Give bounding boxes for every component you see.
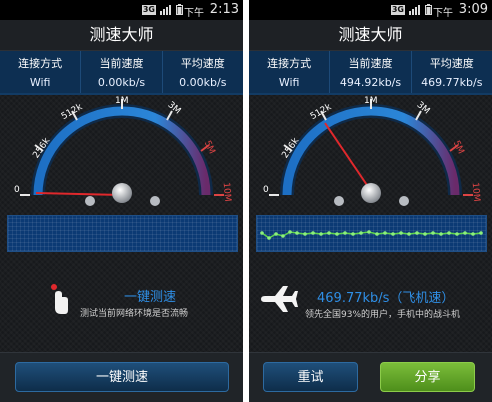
stat-label: 当前速度 bbox=[99, 57, 144, 70]
gauge-screw-left bbox=[334, 196, 344, 206]
clock: 3:09 bbox=[458, 2, 488, 17]
left-screen: 3G 下午 2:13 测速大师 连接方式 Wifi 当前速度 0.00kb/s … bbox=[0, 0, 243, 402]
app-title: 测速大师 bbox=[249, 20, 492, 51]
stat-label: 平均速度 bbox=[429, 57, 474, 70]
app-title: 测速大师 bbox=[0, 20, 243, 51]
gauge-hub bbox=[112, 183, 132, 203]
stat-current-speed: 当前速度 494.92kb/s bbox=[330, 51, 412, 93]
gauge-tick-1m: 1M bbox=[364, 96, 378, 106]
gauge-tick-5m: 5M bbox=[451, 139, 466, 155]
stat-value: 469.77kb/s bbox=[421, 76, 483, 89]
status-icons: 3G bbox=[390, 4, 432, 15]
status-bar: 3G 下午 3:09 bbox=[249, 0, 492, 20]
stat-connection: 连接方式 Wifi bbox=[249, 51, 331, 93]
stat-value: Wifi bbox=[29, 76, 51, 89]
stat-value: 494.92kb/s bbox=[339, 76, 402, 89]
speed-graph bbox=[7, 215, 238, 252]
stat-average-speed: 平均速度 469.77kb/s bbox=[412, 51, 492, 93]
share-button[interactable]: 分享 bbox=[380, 362, 475, 392]
gauge-tick-0: 0 bbox=[263, 185, 269, 195]
speed-trace bbox=[260, 230, 483, 240]
hand-tap-icon bbox=[51, 284, 68, 314]
stat-label: 连接方式 bbox=[18, 57, 63, 70]
signal-icon bbox=[160, 4, 171, 15]
gauge-tick-10m: 10M bbox=[221, 182, 233, 202]
stats-panel: 连接方式 Wifi 当前速度 494.92kb/s 平均速度 469.77kb/… bbox=[249, 51, 492, 95]
result-subtitle: 测试当前网络环境是否流畅 bbox=[80, 309, 189, 319]
status-icons: 3G bbox=[141, 4, 183, 15]
gauge-tick-0: 0 bbox=[14, 185, 20, 195]
gauge-screw-left bbox=[85, 196, 95, 206]
stat-value: 0.00kb/s bbox=[179, 76, 227, 89]
gauge-tick-1m: 1M bbox=[115, 96, 129, 106]
gauge-needle bbox=[35, 192, 123, 196]
bottom-bar: 重试 分享 bbox=[249, 352, 492, 402]
battery-icon bbox=[176, 4, 183, 15]
gauge-needle bbox=[324, 122, 372, 192]
stat-average-speed: 平均速度 0.00kb/s bbox=[163, 51, 243, 93]
stat-connection: 连接方式 Wifi bbox=[0, 51, 82, 93]
gauge-tick-3m: 3M bbox=[166, 100, 183, 116]
retry-button[interactable]: 重试 bbox=[263, 362, 358, 392]
stats-panel: 连接方式 Wifi 当前速度 0.00kb/s 平均速度 0.00kb/s bbox=[0, 51, 243, 95]
signal-icon bbox=[409, 4, 420, 15]
start-test-button[interactable]: 一键测速 bbox=[15, 362, 229, 392]
stat-label: 平均速度 bbox=[180, 57, 225, 70]
gauge-tick-3m: 3M bbox=[415, 100, 432, 116]
network-badge: 3G bbox=[141, 4, 156, 15]
status-bar: 3G 下午 2:13 bbox=[0, 0, 243, 20]
ampm-label: 下午 bbox=[184, 8, 204, 19]
stat-label: 连接方式 bbox=[267, 57, 312, 70]
stat-current-speed: 当前速度 0.00kb/s bbox=[81, 51, 163, 93]
network-badge: 3G bbox=[390, 4, 405, 15]
ampm-label: 下午 bbox=[433, 8, 453, 19]
result-subtitle: 领先全国93%的用户，手机中的战斗机 bbox=[305, 310, 461, 320]
bottom-bar: 一键测速 bbox=[0, 352, 243, 402]
speed-graph bbox=[256, 215, 487, 252]
gauge-tick-10m: 10M bbox=[470, 182, 482, 202]
clock: 2:13 bbox=[209, 2, 239, 17]
stat-value: Wifi bbox=[278, 76, 300, 89]
gauge-screw-right bbox=[150, 196, 160, 206]
right-screen: 3G 下午 3:09 测速大师 连接方式 Wifi 当前速度 494.92kb/… bbox=[249, 0, 492, 402]
gauge-tick-5m: 5M bbox=[202, 139, 217, 155]
stat-value: 0.00kb/s bbox=[97, 76, 146, 89]
speed-gauge: 0 256k 512k 1M 3M 5M 10M bbox=[263, 96, 482, 206]
gauge-hub bbox=[361, 183, 381, 203]
result-title: 一键测速 bbox=[123, 290, 176, 305]
result-title: 469.77kb/s（飞机速） bbox=[317, 291, 455, 306]
stat-label: 当前速度 bbox=[348, 57, 393, 70]
airplane-icon bbox=[261, 286, 298, 312]
speed-gauge: 0 256k 512k 1M 3M 5M 10M bbox=[14, 96, 233, 206]
battery-icon bbox=[425, 4, 432, 15]
gauge-screw-right bbox=[399, 196, 409, 206]
